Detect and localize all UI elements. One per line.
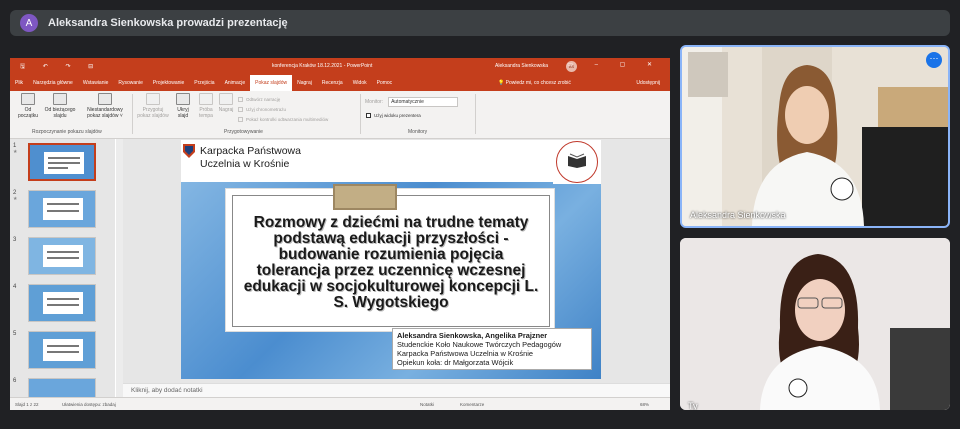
shared-powerpoint-window: 🖫 ↶ ↷ ⊟ konferencja Kraków 18.12.2021 - … <box>10 58 670 410</box>
tab-record[interactable]: Nagraj <box>292 75 317 91</box>
presentation-banner: A Aleksandra Sienkowska prowadzi prezent… <box>10 10 950 36</box>
ribbon-divider <box>132 94 133 134</box>
ppt-title-bar: 🖫 ↶ ↷ ⊟ konferencja Kraków 18.12.2021 - … <box>10 58 670 75</box>
group-label-setup: Przygotowywanie <box>224 129 263 135</box>
tab-design[interactable]: Projektowanie <box>148 75 189 91</box>
slide-count: Slajd 1 z 22 <box>15 402 39 407</box>
hide-slide-icon <box>176 93 190 105</box>
authors-club: Studenckie Koło Naukowe Twórczych Pedago… <box>397 340 562 349</box>
thumb-number: 4 <box>13 284 17 290</box>
tab-review[interactable]: Recenzja <box>317 75 348 91</box>
thumb-number: 6 <box>13 378 17 384</box>
hide-slide-button[interactable]: Ukryj slajd <box>172 93 194 119</box>
setup-slideshow-button[interactable]: Przygotuj pokaz slajdów <box>136 93 170 119</box>
custom-slideshow-button[interactable]: Niestandardowy pokaz slajdów ˅ <box>80 93 130 119</box>
slide-title: Rozmowy z dziećmi na trudne tematy podst… <box>243 214 539 311</box>
current-slide[interactable]: Karpacka Państwowa Uczelnia w Krośnie Ro… <box>181 140 601 379</box>
slide-editor: Karpacka Państwowa Uczelnia w Krośnie Ro… <box>123 139 670 383</box>
tab-view[interactable]: Widok <box>348 75 372 91</box>
authors-box: Aleksandra Sienkowska, Angelika Prajzner… <box>392 328 592 370</box>
window-controls[interactable]: ▭ – ▢ ✕ <box>567 61 662 68</box>
monitor-selector[interactable]: Monitor: Automatycznie <box>365 97 459 107</box>
timer-icon <box>199 93 213 105</box>
thumb-number: 2 ★ <box>13 190 18 202</box>
tab-insert[interactable]: Wstawianie <box>78 75 114 91</box>
authors-names: Aleksandra Sienkowska, Angelika Prajzner <box>397 331 548 340</box>
group-label-monitors: Monitory <box>408 129 428 135</box>
status-bar: Slajd 1 z 22 Ułatwienia dostępu: zbadaj … <box>10 397 670 410</box>
university-name-line1: Karpacka Państwowa <box>200 145 301 157</box>
slideshow-current-icon <box>53 93 67 105</box>
slide-thumbnail-3[interactable] <box>28 237 96 275</box>
thumbnails-scrollbar[interactable] <box>116 139 123 397</box>
slide-thumbnail-1[interactable] <box>28 143 96 181</box>
notes-pane[interactable]: Kliknij, aby dodać notatki <box>123 383 670 397</box>
participant-name: Aleksandra Sienkowska <box>690 210 786 220</box>
book-icon <box>568 153 586 168</box>
ribbon-tabs: Plik Narzędzia główne Wstawianie Rysowan… <box>10 75 670 91</box>
tell-me-search[interactable]: 💡 Powiedz mi, co chcesz zrobić <box>498 80 571 86</box>
more-options-icon[interactable]: ⋯ <box>926 52 942 68</box>
zoom-level[interactable]: 68% <box>640 402 649 407</box>
share-button[interactable]: Udostępnij <box>636 80 660 86</box>
self-name: Ty <box>688 401 698 410</box>
monitor-dropdown[interactable]: Automatycznie <box>388 97 459 107</box>
ribbon-divider <box>475 94 476 134</box>
participant-tile-presenter[interactable]: Aleksandra Sienkowska ⋯ <box>680 45 950 228</box>
notes-button[interactable]: Notatki <box>420 402 434 407</box>
ppt-user-name: Aleksandra Sienkowska <box>495 63 549 69</box>
participant-video <box>682 47 948 226</box>
record-icon <box>219 93 233 105</box>
custom-slideshow-icon <box>98 93 112 105</box>
thumb-number: 1 ★ <box>13 143 18 155</box>
thumb-number: 3 <box>13 237 17 243</box>
tab-transitions[interactable]: Przejścia <box>189 75 219 91</box>
from-current-slide-button[interactable]: Od bieżącego slajdu <box>42 93 78 119</box>
authors-supervisor: Opiekun koła: dr Małgorzata Wójcik <box>397 358 514 367</box>
tab-help[interactable]: Pomoc <box>372 75 398 91</box>
from-beginning-button[interactable]: Od początku <box>16 93 40 119</box>
record-button[interactable]: Nagraj <box>217 93 235 113</box>
checkbox-use-timings[interactable]: Użyj chronometrażu <box>238 107 286 112</box>
tab-draw[interactable]: Rysowanie <box>113 75 147 91</box>
quick-access-toolbar[interactable]: 🖫 ↶ ↷ ⊟ <box>20 62 101 72</box>
thumb-number: 5 <box>13 331 17 337</box>
slide-thumbnail-4[interactable] <box>28 284 96 322</box>
ppt-window-title: konferencja Kraków 18.12.2021 - PowerPoi… <box>272 63 373 69</box>
slide-thumbnails-pane[interactable]: 1 ★ 2 ★ 3 4 5 6 <box>10 139 115 397</box>
setup-icon <box>146 93 160 105</box>
comments-button[interactable]: Komentarze <box>460 402 484 407</box>
university-name-line2: Uczelnia w Krośnie <box>200 158 290 170</box>
tab-slide-show[interactable]: Pokaz slajdów <box>250 75 293 91</box>
presenter-avatar: A <box>20 14 38 32</box>
presenter-banner-text: Aleksandra Sienkowska prowadzi prezentac… <box>48 17 288 29</box>
slide-header: Karpacka Państwowa Uczelnia w Krośnie <box>181 140 553 182</box>
slide-thumbnail-2[interactable] <box>28 190 96 228</box>
slide-thumbnail-6[interactable] <box>28 378 96 397</box>
checkbox-play-narration[interactable]: Odtwórz narrację <box>238 97 280 102</box>
tab-animations[interactable]: Animacje <box>220 75 251 91</box>
checkbox-presenter-view[interactable]: Użyj widoku prezentera <box>366 113 421 118</box>
self-video <box>680 238 950 410</box>
authors-university: Karpacka Państwowa Uczelnia w Krośnie <box>397 349 533 358</box>
slide-thumbnail-5[interactable] <box>28 331 96 369</box>
checkbox-media-controls[interactable]: Pokaż kontrolki odtwarzania multimediów <box>238 117 328 122</box>
slideshow-ribbon: Od początku Od bieżącego slajdu Niestand… <box>10 91 670 139</box>
university-logo-icon <box>183 144 195 158</box>
tab-file[interactable]: Plik <box>10 75 28 91</box>
group-label-start: Rozpoczynanie pokazu slajdów <box>32 129 102 135</box>
tab-home[interactable]: Narzędzia główne <box>28 75 78 91</box>
ribbon-divider <box>360 94 361 134</box>
rehearse-timings-button[interactable]: Próba tempa <box>196 93 216 119</box>
club-logo <box>553 140 601 184</box>
decorative-tag <box>333 184 397 210</box>
accessibility-check[interactable]: Ułatwienia dostępu: zbadaj <box>62 402 116 407</box>
participant-tile-self[interactable]: Ty <box>680 238 950 410</box>
slideshow-start-icon <box>21 93 35 105</box>
